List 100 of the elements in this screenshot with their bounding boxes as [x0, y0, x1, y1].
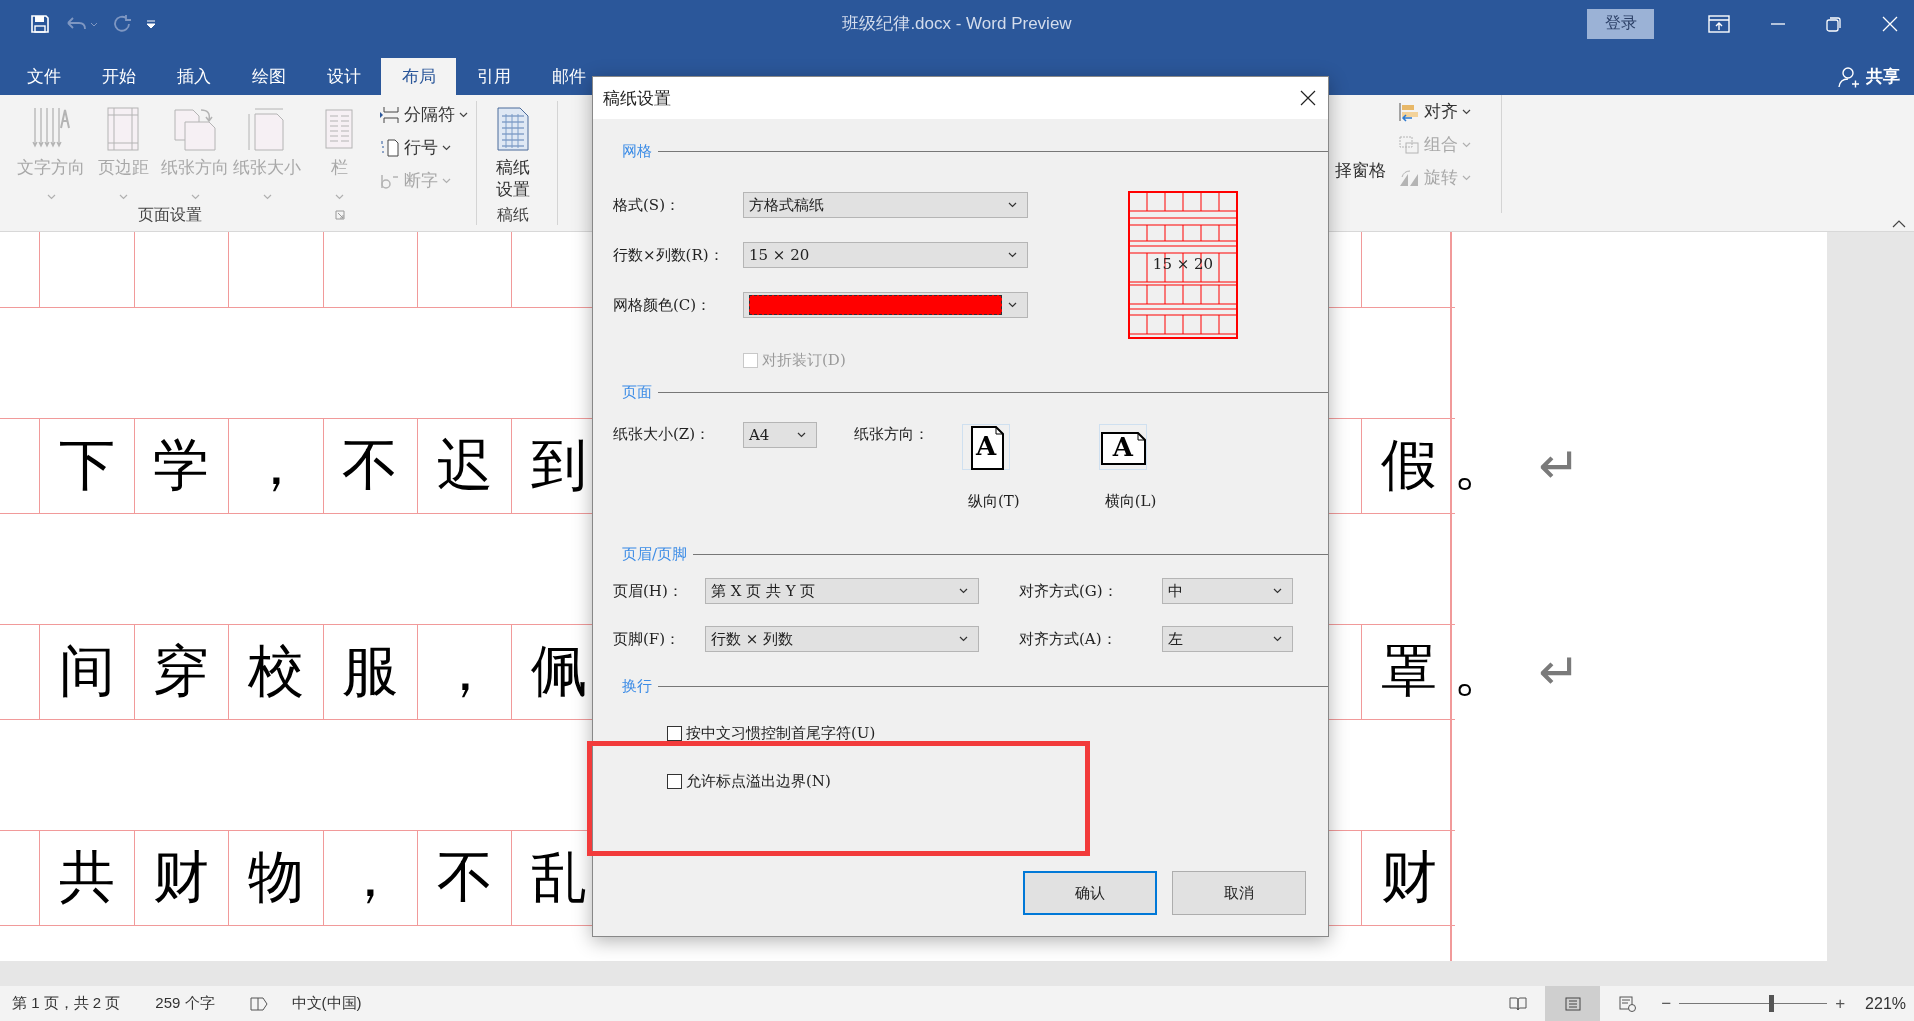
zoom-in-button[interactable]: +: [1829, 993, 1852, 1014]
margins-icon: [106, 106, 140, 152]
document-character: 共: [59, 843, 116, 911]
checkbox-label: 允许标点溢出边界(N): [686, 771, 831, 791]
zoom-out-button[interactable]: −: [1655, 993, 1678, 1014]
caret-icon: [442, 144, 451, 151]
dropdown-field[interactable]: A4: [743, 422, 817, 448]
section-heading: 页面: [622, 382, 652, 402]
caret-icon: [1462, 108, 1471, 115]
dialog-button[interactable]: 取消: [1172, 871, 1306, 915]
proofing-icon[interactable]: [249, 995, 268, 1012]
share-button[interactable]: 共享: [1866, 65, 1900, 88]
document-character: ，: [247, 431, 304, 499]
columns-icon: [324, 106, 354, 152]
ribbon-tab[interactable]: 引用: [456, 58, 531, 95]
page-size-icon: [247, 106, 287, 152]
caret-icon: [442, 177, 451, 184]
restore-icon[interactable]: [1826, 15, 1842, 32]
section-heading: 网格: [622, 141, 652, 161]
dropdown-field[interactable]: 15 × 20: [743, 242, 1028, 268]
field-label: 页眉(H)：: [613, 581, 684, 601]
document-character: ，: [436, 637, 493, 705]
document-character: 迟: [436, 431, 493, 499]
dropdown-field[interactable]: 第 X 页 共 Y 页: [705, 578, 979, 604]
checkbox[interactable]: [667, 725, 682, 741]
dialog-button[interactable]: 确认: [1023, 871, 1157, 915]
page-count[interactable]: 第 1 页，共 2 页: [12, 994, 121, 1013]
document-character: 财: [1380, 843, 1437, 911]
orientation-label: 横向(L): [1104, 492, 1157, 511]
ribbon-button[interactable]: 稿纸设置: [477, 104, 549, 205]
group-label: 稿纸: [497, 206, 529, 223]
ribbon-button[interactable]: 对齐: [1398, 95, 1471, 128]
close-icon[interactable]: [1300, 90, 1316, 106]
group-label: 页面设置: [138, 206, 203, 223]
zoom-percentage[interactable]: 221%: [1865, 994, 1906, 1013]
checkbox[interactable]: [667, 773, 682, 789]
document-character: 。: [1453, 637, 1510, 705]
save-icon[interactable]: [30, 13, 50, 34]
caret-icon: [959, 636, 968, 642]
dropdown-field[interactable]: 左: [1162, 626, 1293, 652]
grid-paper-icon: [496, 106, 530, 152]
field-label: 纸张大小(Z)：: [613, 424, 712, 445]
paragraph-mark: ↵: [1538, 643, 1581, 701]
pages-icon: [173, 106, 217, 152]
ribbon-button[interactable]: 择窗格: [1335, 159, 1386, 181]
dropdown-field[interactable]: 行数 × 列数: [705, 626, 979, 652]
document-character: 物: [247, 843, 304, 911]
orientation-option[interactable]: A: [1098, 424, 1147, 470]
ribbon-tab[interactable]: 绘图: [231, 58, 306, 95]
group-icon: [1398, 134, 1420, 155]
caret-icon: [1008, 252, 1017, 258]
word-count[interactable]: 259 个字: [155, 994, 215, 1013]
caret-icon: [1462, 174, 1471, 181]
book-icon: [1508, 996, 1527, 1011]
document-character: 。: [1453, 431, 1510, 499]
window-title: 班级纪律.docx - Word Preview: [842, 13, 1072, 35]
ribbon-tab[interactable]: 插入: [156, 58, 231, 95]
caret-icon: [959, 588, 968, 594]
ribbon-display-icon[interactable]: [1708, 14, 1730, 33]
page-break-icon: [380, 104, 400, 125]
line-numbers-icon: [380, 137, 400, 158]
ribbon-tab[interactable]: 开始: [81, 58, 156, 95]
ribbon-tab[interactable]: 设计: [306, 58, 381, 95]
language-indicator[interactable]: 中文(中国): [291, 994, 362, 1013]
checkbox-label: 对折装订(D): [762, 350, 846, 370]
caret-icon: [1008, 302, 1017, 308]
login-button[interactable]: 登录: [1587, 8, 1654, 39]
checkbox-label: 按中文习惯控制首尾字符(U): [686, 723, 876, 743]
launcher-icon[interactable]: [334, 210, 345, 220]
caret-icon: [1462, 141, 1471, 148]
document-character: 下: [59, 431, 116, 499]
caret-icon: [1008, 202, 1017, 208]
orientation-label: 纵向(T): [968, 492, 1020, 511]
caret-icon: [797, 432, 806, 438]
document-character: ，: [342, 843, 399, 911]
ribbon-tab[interactable]: 布局: [381, 58, 456, 95]
page-layout-icon: [1564, 996, 1581, 1011]
document-character: 到: [531, 431, 588, 499]
collapse-icon[interactable]: [1892, 220, 1906, 228]
field-label: 纸张方向：: [854, 424, 930, 445]
person-add-icon: [1838, 65, 1860, 88]
ribbon-button[interactable]: 分隔符: [380, 98, 468, 131]
web-layout-icon: [1618, 995, 1637, 1012]
orientation-option[interactable]: A: [962, 424, 1010, 470]
ribbon-tab[interactable]: 文件: [6, 58, 81, 95]
ribbon-button[interactable]: 行号: [380, 131, 468, 164]
caret-icon: [459, 111, 468, 118]
align-icon: [1398, 101, 1420, 122]
color-dropdown[interactable]: [743, 292, 1028, 318]
caret-icon: [1273, 588, 1282, 594]
document-character: 罩: [1380, 637, 1437, 705]
document-character: 假: [1380, 431, 1437, 499]
customize-icon[interactable]: [146, 18, 156, 29]
document-character: 校: [247, 637, 304, 705]
dropdown-field[interactable]: 方格式稿纸: [743, 192, 1028, 218]
field-label: 格式(S)：: [613, 195, 681, 215]
document-character: 财: [153, 843, 210, 911]
dropdown-field[interactable]: 中: [1162, 578, 1293, 604]
caret-icon: [118, 194, 128, 200]
slider-thumb[interactable]: [1768, 995, 1774, 1012]
